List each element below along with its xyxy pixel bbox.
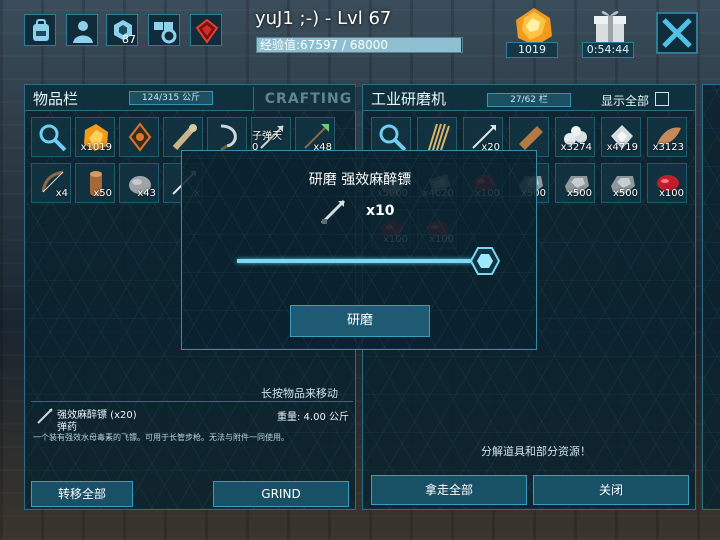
wood-plank-icon [519,126,543,150]
close-button[interactable]: 关闭 [533,475,689,505]
inventory-slot[interactable]: x4 [31,163,71,203]
inventory-slot[interactable]: x50 [75,163,115,203]
slot-quantity: x500 [612,188,638,199]
quantity-slider-handle[interactable] [470,246,500,276]
gift-timer: 0:54:44 [582,42,634,58]
grind-hint: 分解道具和部分资源！ [481,445,591,458]
search-icon [39,124,67,152]
item-description: 一个装有强效水母毒素的飞镖。可用于长管步枪。无法与附件一同使用。 [33,433,289,442]
quantity-slider-track[interactable] [237,259,487,263]
tribe-settings-icon[interactable] [148,14,180,46]
player-name-level: yuJ1 ;-) - Lvl 67 [255,8,392,29]
close-icon[interactable] [656,12,698,54]
xp-text: 经验值:67597 / 68000 [260,38,389,52]
item-type: 弹药 [57,422,77,433]
inventory-slot[interactable]: x43 [119,163,159,203]
compass-icon [128,122,152,152]
inventory-slot[interactable]: x3123 [647,117,687,157]
show-all-checkbox[interactable] [655,92,669,106]
slot-quantity: x3123 [652,142,684,153]
bone-club-icon [172,124,197,151]
take-all-button[interactable]: 拿走全部 [371,475,527,505]
inventory-weight: 124/315 公斤 [129,91,213,105]
grinder-slots-count: 27/62 栏 [487,93,571,107]
item-weight: 重量: 4.00 公斤 [277,412,349,423]
inventory-header: 物品栏 124/315 公斤 CRAFTING [25,85,363,111]
engram-count: 87 [122,33,136,46]
slot-quantity: x43 [137,188,156,199]
inventory-slot[interactable]: x1019 [75,117,115,157]
engrams-icon[interactable]: 87 [106,14,138,46]
inventory-slot[interactable] [31,117,71,157]
search-icon [379,124,407,152]
inventory-slot[interactable]: x4719 [601,117,641,157]
element-crystal-icon[interactable] [190,14,222,46]
slot-quantity: x100 [658,188,684,199]
slot-quantity: x1019 [80,142,112,153]
gift-box-icon[interactable] [590,6,630,46]
tab-crafting[interactable]: CRAFTING [253,87,363,111]
show-all-label: 显示全部 [601,94,650,108]
inventory-slot[interactable] [119,117,159,157]
grinder-title: 工业研磨机 [371,90,447,108]
sickle-icon [220,124,237,152]
backpack-icon[interactable] [24,14,56,46]
inventory-slot[interactable]: x500 [555,163,595,203]
grind-button[interactable]: GRIND [213,481,349,507]
slot-quantity: x4719 [606,142,638,153]
character-icon[interactable] [66,14,98,46]
drag-hint: 长按物品来移动 [261,387,338,400]
ember-count: 1019 [506,42,558,58]
grind-quantity-dialog: 研磨 强效麻醉镖 x10 研磨 [181,150,537,350]
thatch-icon [428,123,450,151]
inventory-slot[interactable]: x3274 [555,117,595,157]
inventory-slot[interactable]: x500 [601,163,641,203]
tranq-dart-icon [320,199,346,225]
slot-quantity: x50 [93,188,112,199]
item-info: 强效麻醉镖 (x20) 弹药 重量: 4.00 公斤 一个装有强效水母毒素的飞镖… [31,401,353,447]
transfer-all-button[interactable]: 转移全部 [31,481,133,507]
slot-quantity: x500 [566,188,592,199]
xp-bar: 经验值:67597 / 68000 [256,37,463,53]
dialog-title: 研磨 强效麻醉镖 [308,172,412,188]
confirm-grind-button[interactable]: 研磨 [290,305,430,337]
side-panel-peek [702,84,720,510]
grinder-header: 工业研磨机 27/62 栏 显示全部 [363,85,695,111]
inventory-title: 物品栏 [33,90,79,108]
slot-quantity: x3274 [560,142,592,153]
inventory-slot[interactable]: x100 [647,163,687,203]
tranq-dart-icon [37,408,53,424]
dialog-quantity: x10 [366,203,395,219]
slot-quantity: x4 [55,188,68,199]
